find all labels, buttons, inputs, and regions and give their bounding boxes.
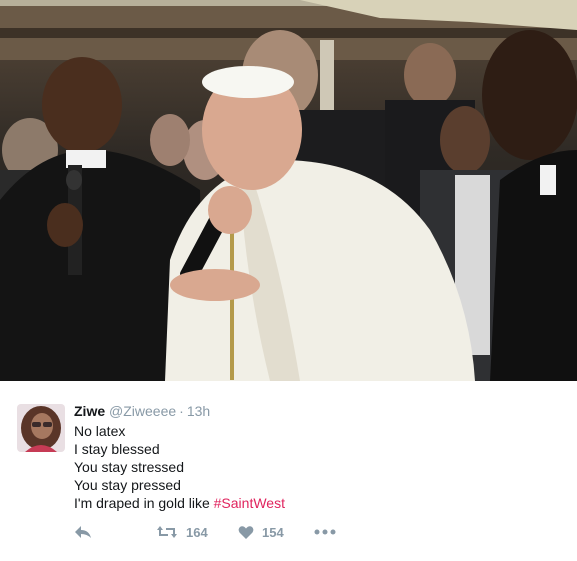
display-name[interactable]: Ziwe (74, 403, 105, 419)
retweet-count: 164 (186, 524, 208, 540)
like-count: 154 (262, 524, 284, 540)
user-handle[interactable]: @Ziweeee (109, 403, 176, 419)
avatar[interactable] (17, 404, 65, 452)
tweet-line: No latex (74, 423, 126, 439)
tweet-actions: 164 154 (74, 522, 374, 542)
tweet-text: No latex I stay blessed You stay stresse… (74, 422, 285, 512)
retweet-icon (157, 526, 177, 538)
hashtag-link[interactable]: #SaintWest (214, 495, 285, 511)
reply-icon (75, 526, 91, 538)
reply-button[interactable] (74, 522, 92, 542)
tweet-photo[interactable] (0, 0, 577, 381)
more-icon (314, 529, 336, 535)
avatar-image (17, 404, 65, 452)
tweet-line: You stay stressed (74, 459, 184, 475)
separator: · (179, 403, 184, 419)
more-button[interactable] (314, 522, 336, 542)
retweet-button[interactable]: 164 (156, 522, 208, 542)
tweet-line-last: I'm draped in gold like #SaintWest (74, 494, 285, 512)
tweet-line-prefix: I'm draped in gold like (74, 495, 214, 511)
like-button[interactable]: 154 (238, 522, 284, 542)
tweet-line: You stay pressed (74, 477, 181, 493)
tweet-header: Ziwe @Ziweeee · 13h (74, 403, 210, 419)
timestamp[interactable]: 13h (187, 403, 210, 419)
photo-illustration (0, 0, 577, 381)
tweet-line: I stay blessed (74, 441, 160, 457)
heart-icon (238, 525, 254, 539)
